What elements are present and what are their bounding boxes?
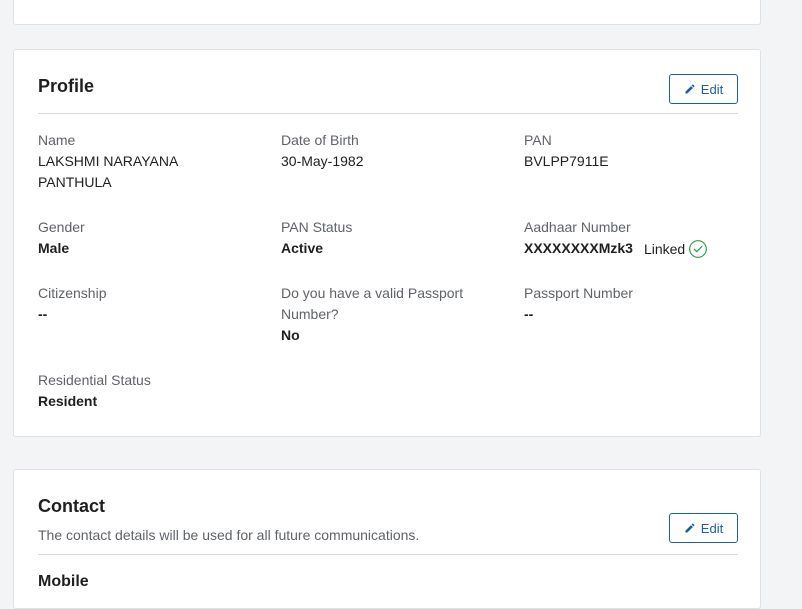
field-passport-question: Do you have a valid Passport Number? No xyxy=(281,283,481,346)
previous-section-card xyxy=(13,0,761,25)
profile-card: Profile Edit Name LAKSHMI NARAYANA PANTH… xyxy=(13,49,761,437)
aadhaar-value: XXXXXXXXMzk3 xyxy=(524,240,633,256)
dob-value: 30-May-1982 xyxy=(281,153,364,169)
residential-status-label: Residential Status xyxy=(38,372,151,388)
dob-label: Date of Birth xyxy=(281,132,359,148)
contact-card: Contact The contact details will be used… xyxy=(13,469,761,609)
passport-question-label: Do you have a valid Passport Number? xyxy=(281,285,464,322)
contact-title: Contact xyxy=(38,496,105,516)
citizenship-label: Citizenship xyxy=(38,285,107,301)
field-citizenship: Citizenship -- xyxy=(38,283,258,325)
field-pan: PAN BVLPP7911E xyxy=(524,130,744,172)
field-aadhaar: Aadhaar Number XXXXXXXXMzk3 Linked xyxy=(524,217,744,259)
field-name: Name LAKSHMI NARAYANA PANTHULA xyxy=(38,130,208,193)
field-gender: Gender Male xyxy=(38,217,258,259)
passport-question-value: No xyxy=(281,327,300,343)
contact-divider xyxy=(38,554,738,555)
passport-number-value: -- xyxy=(524,306,534,322)
pan-status-value: Active xyxy=(281,240,324,256)
profile-divider xyxy=(38,113,738,114)
gender-value: Male xyxy=(38,240,70,256)
passport-number-label: Passport Number xyxy=(524,285,633,301)
contact-edit-label: Edit xyxy=(700,520,724,536)
pan-label: PAN xyxy=(524,132,552,148)
pan-value: BVLPP7911E xyxy=(524,153,609,169)
contact-edit-button[interactable]: Edit xyxy=(669,513,738,543)
field-passport-number: Passport Number -- xyxy=(524,283,744,325)
aadhaar-label: Aadhaar Number xyxy=(524,219,631,235)
pan-status-label: PAN Status xyxy=(281,219,353,235)
profile-title: Profile xyxy=(38,76,95,96)
name-label: Name xyxy=(38,132,76,148)
contact-subtitle: The contact details will be used for all… xyxy=(38,527,420,543)
field-dob: Date of Birth 30-May-1982 xyxy=(281,130,501,172)
aadhaar-linked-status: Linked xyxy=(643,240,686,257)
mobile-heading: Mobile xyxy=(38,573,89,590)
profile-edit-label: Edit xyxy=(700,81,724,97)
profile-edit-button[interactable]: Edit xyxy=(669,74,738,104)
field-pan-status: PAN Status Active xyxy=(281,217,501,259)
gender-label: Gender xyxy=(38,219,85,235)
check-circle-icon xyxy=(689,239,708,258)
pencil-icon xyxy=(685,523,695,533)
citizenship-value: -- xyxy=(38,306,48,322)
name-value: LAKSHMI NARAYANA PANTHULA xyxy=(38,153,178,190)
residential-status-value: Resident xyxy=(38,393,98,409)
field-residential-status: Residential Status Resident xyxy=(38,370,258,412)
pencil-icon xyxy=(685,84,695,94)
